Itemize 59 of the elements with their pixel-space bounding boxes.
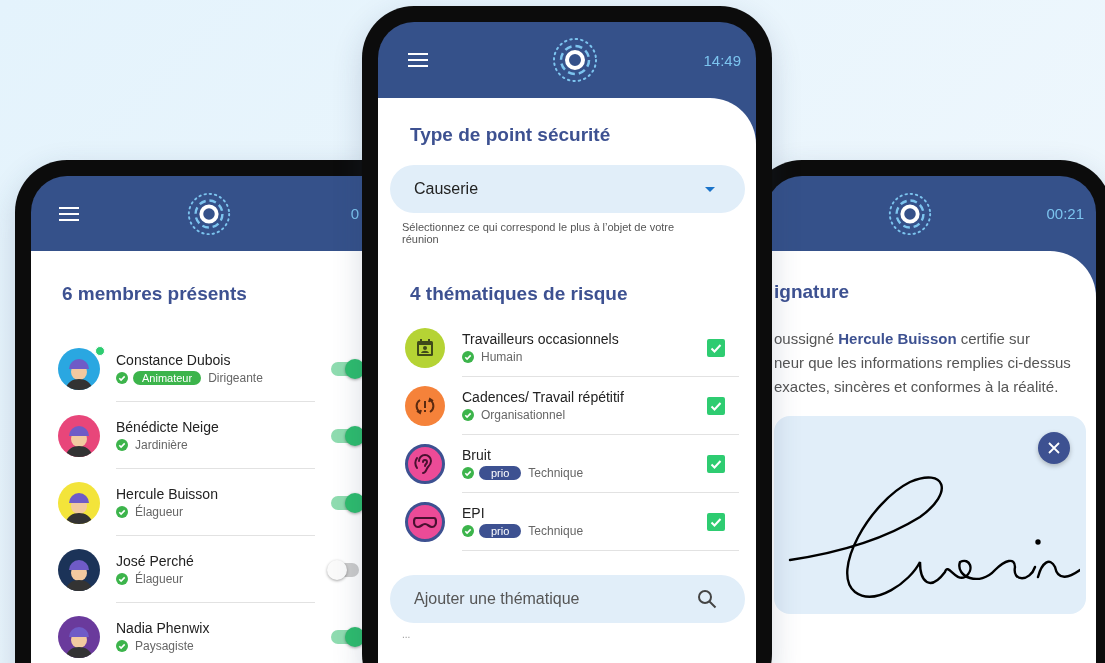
clock-time: 14:49 — [703, 51, 741, 69]
checkbox[interactable] — [707, 513, 725, 532]
risk-title: Cadences/ Travail répétitif — [462, 389, 625, 406]
check-circle-icon — [462, 409, 474, 422]
checkbox[interactable] — [707, 455, 725, 474]
risk-category: Technique — [528, 524, 584, 539]
member-name: Constance Dubois — [116, 351, 232, 368]
member-role: Élagueur — [135, 504, 184, 519]
priority-badge: prio — [479, 524, 522, 539]
risk-category: Humain — [481, 350, 523, 365]
ellipsis-text: ... — [402, 629, 412, 641]
checkmark-icon — [710, 342, 722, 355]
member-role: Jardinière — [135, 437, 188, 452]
checkbox[interactable] — [707, 397, 725, 416]
check-circle-icon — [116, 438, 128, 451]
priority-badge: prio — [479, 466, 522, 481]
menu-icon[interactable] — [408, 53, 428, 67]
check-circle-icon — [116, 505, 128, 518]
clock-time: 00:21 — [1046, 205, 1084, 222]
risks-heading: 4 thématiques de risque — [410, 283, 629, 306]
signature-heading: ignature — [774, 281, 850, 303]
statement-text: exactes, sincères et conformes à la réalité. — [774, 377, 1060, 397]
helper-text: Sélectionnez ce qui correspond le plus à l’objet de votre réunion — [402, 221, 676, 246]
check-circle-icon — [462, 467, 474, 480]
check-circle-icon — [116, 371, 128, 384]
check-circle-icon — [462, 525, 474, 538]
checkmark-icon — [710, 516, 722, 529]
member-role: Paysagiste — [135, 639, 194, 653]
checkmark-icon — [710, 458, 722, 471]
risk-category: Technique — [528, 466, 584, 481]
check-circle-icon — [116, 572, 128, 585]
type-dropdown[interactable]: Causerie — [390, 165, 745, 213]
statement-text: oussigné Hercule Buisson certifie sur — [774, 329, 1031, 349]
menu-icon[interactable] — [59, 206, 79, 221]
risk-title: Travailleurs occasionnels — [462, 331, 620, 348]
checkmark-icon — [710, 400, 722, 413]
search-icon — [697, 589, 717, 610]
members-heading: 6 membres présents — [62, 283, 248, 305]
clear-button[interactable] — [1038, 432, 1070, 464]
risk-title: Bruit — [462, 447, 492, 464]
member-name: Nadia Phenwix — [116, 620, 211, 636]
caret-icon — [705, 186, 715, 192]
statement-text: neur que les informations remplies ci-dessus — [774, 353, 1072, 373]
risk-category: Organisationnel — [481, 408, 566, 423]
close-icon — [1048, 442, 1060, 454]
member-role: Élagueur — [135, 571, 184, 586]
clock-time: 0 — [350, 205, 359, 222]
member-name: José Perché — [116, 552, 195, 569]
check-circle-icon — [462, 351, 474, 364]
checkbox[interactable] — [707, 339, 725, 358]
check-circle-icon — [116, 640, 128, 652]
member-name: Bénédicte Neige — [116, 418, 220, 435]
search-field[interactable]: Ajouter une thématique — [390, 575, 745, 624]
role-badge: Animateur — [133, 370, 202, 385]
member-role: Dirigeante — [208, 370, 263, 385]
risk-title: EPI — [462, 505, 486, 522]
signature-pad[interactable] — [774, 416, 1086, 614]
member-name: Hercule Buisson — [116, 485, 219, 502]
type-heading: Type de point sécurité — [410, 124, 612, 146]
